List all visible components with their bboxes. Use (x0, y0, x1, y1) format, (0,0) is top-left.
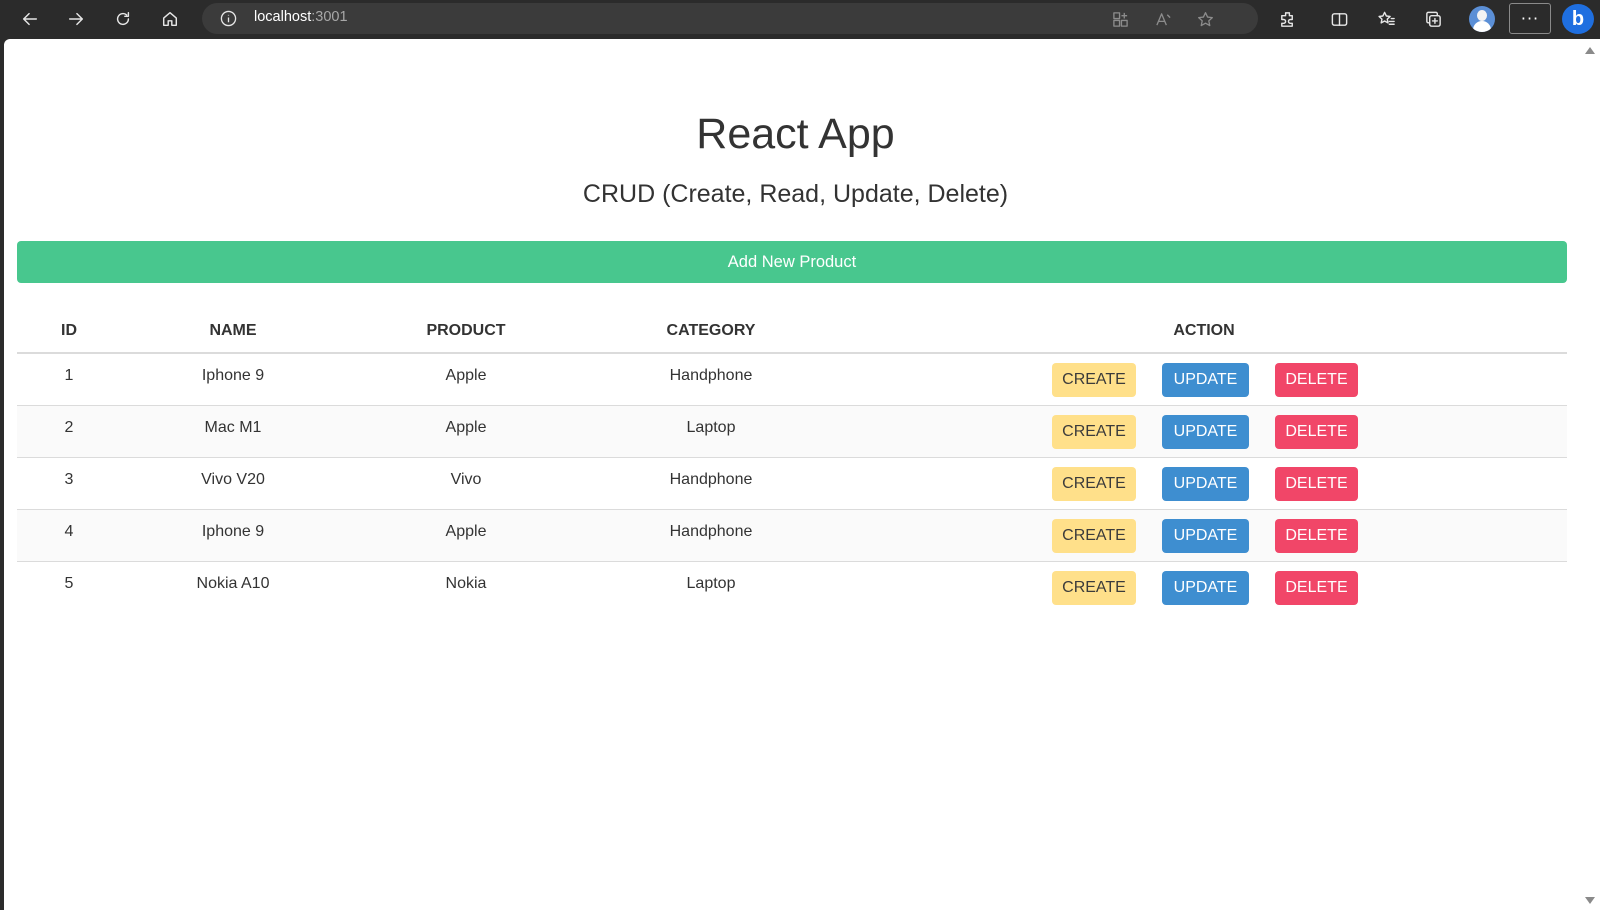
header-action: ACTION (1173, 322, 1235, 339)
update-button[interactable]: UPDATE (1162, 571, 1249, 605)
delete-button[interactable]: DELETE (1275, 415, 1358, 449)
cell-product: Apple (445, 523, 487, 540)
header-id: ID (61, 322, 77, 339)
cell-name: Vivo V20 (201, 471, 265, 488)
split-screen-icon[interactable] (1325, 5, 1353, 33)
back-button[interactable] (15, 4, 45, 34)
browser-toolbar: localhost:3001 ··· b (0, 0, 1600, 38)
cell-product: Nokia (445, 575, 487, 592)
delete-button[interactable]: DELETE (1275, 571, 1358, 605)
refresh-icon (116, 11, 130, 26)
address-bar[interactable]: localhost:3001 (202, 3, 1258, 34)
ellipsis-icon: ··· (1520, 9, 1540, 28)
cell-category: Handphone (669, 523, 753, 540)
table-header: ID NAME PRODUCT CATEGORY ACTION (17, 309, 1567, 354)
cell-id: 2 (64, 419, 74, 436)
cell-name: Nokia A10 (196, 575, 270, 592)
cell-name: Iphone 9 (201, 523, 265, 540)
table-row: 2 Mac M1 Apple Laptop CREATE UPDATE DELE… (17, 406, 1567, 458)
delete-button[interactable]: DELETE (1275, 519, 1358, 553)
cell-id: 5 (64, 575, 74, 592)
update-button[interactable]: UPDATE (1162, 363, 1249, 397)
bing-copilot-icon[interactable]: b (1562, 4, 1594, 34)
arrow-right-icon (68, 12, 84, 26)
forward-button[interactable] (61, 4, 91, 34)
profile-avatar[interactable] (1469, 6, 1495, 32)
cell-category: Handphone (669, 471, 753, 488)
info-icon[interactable] (220, 10, 237, 27)
header-name: NAME (209, 322, 257, 339)
favorite-star-icon[interactable] (1195, 9, 1215, 29)
cell-id: 3 (64, 471, 74, 488)
cell-product: Apple (445, 367, 487, 384)
page-viewport: React App CRUD (Create, Read, Update, De… (4, 39, 1581, 910)
cell-id: 4 (64, 523, 74, 540)
vertical-scrollbar[interactable] (1581, 39, 1600, 910)
url-text[interactable]: localhost:3001 (254, 9, 348, 25)
favorites-icon[interactable] (1372, 5, 1400, 33)
arrow-left-icon (22, 12, 38, 26)
table-row: 5 Nokia A10 Nokia Laptop CREATE UPDATE D… (17, 562, 1567, 614)
collections-icon[interactable] (1419, 5, 1447, 33)
cell-category: Handphone (669, 367, 753, 384)
products-table: ID NAME PRODUCT CATEGORY ACTION 1 Iphone… (17, 309, 1567, 614)
cell-category: Laptop (686, 419, 736, 436)
header-category: CATEGORY (666, 322, 756, 339)
create-button[interactable]: CREATE (1052, 519, 1136, 553)
extensions-icon[interactable] (1273, 5, 1301, 33)
cell-product: Apple (445, 419, 487, 436)
cell-category: Laptop (686, 575, 736, 592)
create-button[interactable]: CREATE (1052, 415, 1136, 449)
more-options-button[interactable]: ··· (1509, 3, 1551, 34)
cell-id: 1 (64, 367, 74, 384)
create-button[interactable]: CREATE (1052, 467, 1136, 501)
create-button[interactable]: CREATE (1052, 571, 1136, 605)
scroll-down-arrow-icon[interactable] (1585, 897, 1595, 904)
page-subtitle: CRUD (Create, Read, Update, Delete) (582, 180, 1009, 208)
read-aloud-icon[interactable] (1153, 9, 1173, 29)
update-button[interactable]: UPDATE (1162, 519, 1249, 553)
table-row: 1 Iphone 9 Apple Handphone CREATE UPDATE… (17, 354, 1567, 406)
table-row: 3 Vivo V20 Vivo Handphone CREATE UPDATE … (17, 458, 1567, 510)
update-button[interactable]: UPDATE (1162, 415, 1249, 449)
delete-button[interactable]: DELETE (1275, 363, 1358, 397)
create-button[interactable]: CREATE (1052, 363, 1136, 397)
cell-name: Iphone 9 (201, 367, 265, 384)
cell-name: Mac M1 (204, 419, 262, 436)
home-button[interactable] (155, 4, 185, 34)
header-product: PRODUCT (426, 322, 506, 339)
update-button[interactable]: UPDATE (1162, 467, 1249, 501)
page-title: React App (696, 110, 895, 158)
add-new-product-button[interactable]: Add New Product (17, 241, 1567, 283)
app-available-icon[interactable] (1110, 9, 1130, 29)
delete-button[interactable]: DELETE (1275, 467, 1358, 501)
cell-product: Vivo (450, 471, 482, 488)
scroll-up-arrow-icon[interactable] (1585, 47, 1595, 54)
table-row: 4 Iphone 9 Apple Handphone CREATE UPDATE… (17, 510, 1567, 562)
home-icon (162, 11, 178, 27)
refresh-button[interactable] (108, 4, 138, 34)
